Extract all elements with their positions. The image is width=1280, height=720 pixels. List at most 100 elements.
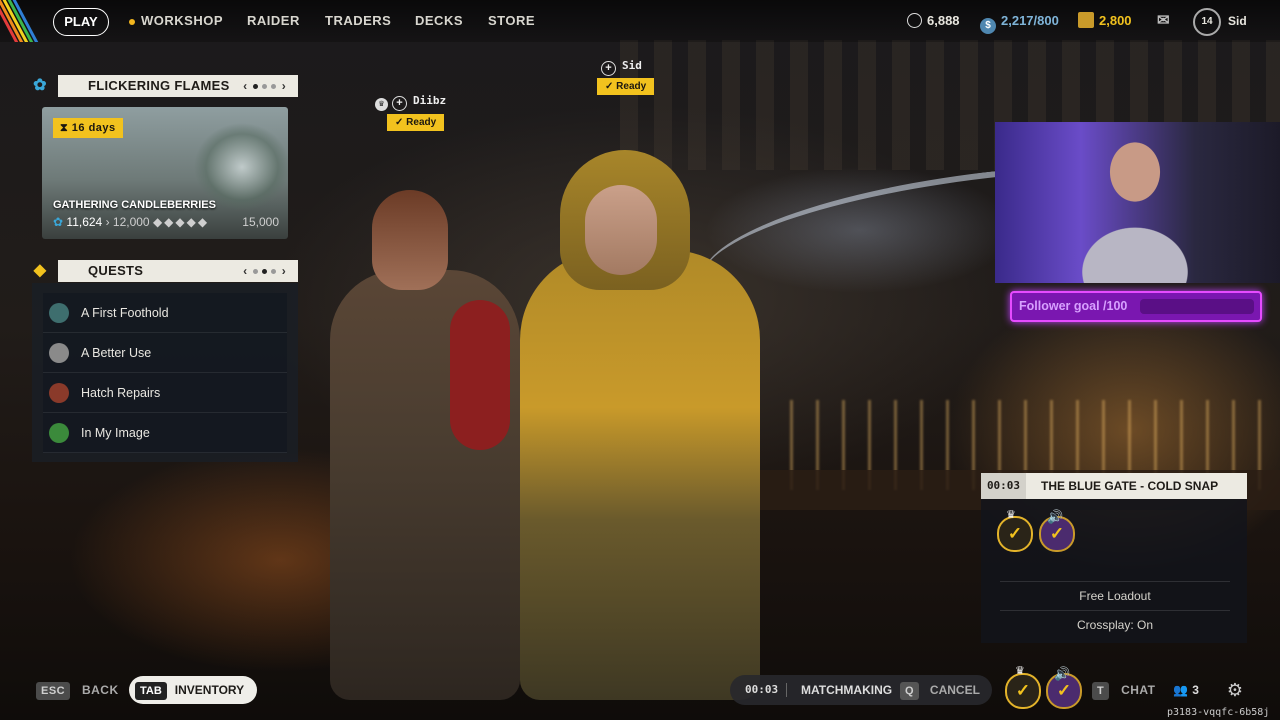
- quest-label: Hatch Repairs: [81, 385, 161, 400]
- progress-arrow-icon: ›: [105, 215, 113, 229]
- chat-label: CHAT: [1121, 683, 1156, 697]
- quest-item[interactable]: A Better Use: [43, 333, 287, 373]
- check-icon: ✓: [395, 117, 407, 128]
- check-icon: ✓: [605, 81, 617, 92]
- ready-badge: ✓ Ready: [387, 114, 445, 131]
- gear-event-icon: ✿: [33, 77, 47, 94]
- match-crossplay: Crossplay: On: [1000, 610, 1230, 640]
- player-ready-check-icon: ✓: [1005, 673, 1041, 709]
- coins-icon: [1078, 12, 1094, 28]
- player-ready-check-icon: ✓: [997, 516, 1033, 552]
- nav-workshop[interactable]: WORKSHOP: [129, 0, 223, 42]
- quest-item[interactable]: Hatch Repairs: [43, 373, 287, 413]
- matchmaking-timer: 00:03: [745, 683, 779, 696]
- follower-goal-text: Follower goal /100: [1019, 299, 1128, 313]
- coins-value: 2,800: [1099, 13, 1132, 28]
- player-level-badge[interactable]: 14: [1193, 8, 1221, 36]
- event-card[interactable]: ⧗ 16 days GATHERING CANDLEBERRIES ✿ 11,6…: [42, 107, 288, 239]
- nav-store[interactable]: STORE: [488, 0, 535, 42]
- quest-item[interactable]: A First Foothold: [43, 293, 287, 333]
- party-count: 3: [1192, 683, 1200, 697]
- follower-goal-widget: Follower goal /100: [1010, 291, 1262, 322]
- follower-goal-bar: [1140, 299, 1254, 314]
- speaker-icon: 🔊: [1047, 509, 1064, 524]
- match-loadout: Free Loadout: [1000, 581, 1230, 611]
- progress-diamonds: ◆◆◆◆◆: [152, 215, 210, 229]
- event-pager[interactable]: ‹ ›: [243, 75, 286, 97]
- quest-trader-icon: [49, 342, 69, 363]
- crown-icon: ♛: [375, 98, 388, 111]
- rainbow-logo-stripe: [0, 0, 44, 42]
- quest-label: A Better Use: [81, 345, 152, 360]
- quest-item[interactable]: In My Image: [43, 413, 287, 453]
- back-button[interactable]: ESC BACK: [36, 676, 119, 704]
- party-member-name: Sid: [622, 59, 642, 72]
- event-header-title: FLICKERING FLAMES: [88, 78, 230, 93]
- chevron-left-icon[interactable]: ‹: [243, 79, 247, 93]
- credits-currency: $2,217/800: [980, 0, 1059, 42]
- raider-right-face: [585, 185, 657, 275]
- add-friend-icon[interactable]: +: [601, 61, 616, 76]
- quest-label: A First Foothold: [81, 305, 169, 320]
- event-progress: ✿ 11,624 › 12,000 ◆◆◆◆◆ 15,000: [53, 215, 279, 229]
- matchmaking-bar: 00:03 MATCHMAKING Q CANCEL: [730, 675, 992, 705]
- quests-pager[interactable]: ‹ ›: [243, 260, 286, 282]
- cancel-matchmaking-button[interactable]: Q CANCEL: [900, 675, 980, 705]
- party-member-name: Diibz: [413, 94, 447, 107]
- top-navigation-bar: PLAY WORKSHOP RAIDER TRADERS DECKS STORE…: [0, 0, 1280, 42]
- quest-trader-icon: [49, 302, 69, 323]
- match-timer: 00:03: [981, 473, 1026, 499]
- event-max: 15,000: [242, 215, 279, 229]
- chevron-left-icon[interactable]: ‹: [243, 264, 247, 278]
- event-current: 11,624: [66, 215, 103, 229]
- chevron-right-icon[interactable]: ›: [282, 264, 286, 278]
- inventory-label: INVENTORY: [174, 683, 245, 697]
- silver-value: 6,888: [927, 13, 960, 28]
- mail-icon[interactable]: ✉: [1157, 0, 1170, 42]
- quest-trader-icon: [49, 422, 69, 443]
- add-friend-icon[interactable]: +: [392, 96, 407, 111]
- credits-value: 2,217/800: [1001, 13, 1059, 28]
- inventory-button[interactable]: TAB INVENTORY: [129, 676, 257, 704]
- raider-character-right: [520, 250, 760, 700]
- q-key: Q: [900, 682, 919, 700]
- crown-icon: ♛: [1006, 509, 1016, 521]
- event-days-badge: ⧗ 16 days: [53, 118, 123, 138]
- silver-coin-icon: [907, 13, 922, 28]
- session-id: p3183-vqqfc-6b58j: [1167, 707, 1270, 718]
- nav-workshop-label: WORKSHOP: [141, 13, 223, 28]
- silver-currency: 6,888: [907, 0, 960, 42]
- crown-icon: ♛: [1015, 665, 1025, 677]
- credits-icon: $: [980, 18, 996, 34]
- esc-key: ESC: [36, 682, 71, 700]
- people-icon: 👥: [1173, 683, 1189, 697]
- party-button[interactable]: 👥 3: [1173, 676, 1199, 704]
- nav-traders[interactable]: TRADERS: [325, 0, 391, 42]
- nav-decks[interactable]: DECKS: [415, 0, 463, 42]
- play-button[interactable]: PLAY: [53, 8, 109, 36]
- chat-button[interactable]: T CHAT: [1092, 676, 1156, 704]
- event-milestone: 12,000: [112, 215, 150, 229]
- chevron-right-icon[interactable]: ›: [282, 79, 286, 93]
- event-title: GATHERING CANDLEBERRIES: [53, 199, 216, 211]
- settings-gear-icon[interactable]: ⚙: [1223, 678, 1247, 702]
- hourglass-icon: ⧗: [60, 122, 72, 134]
- quests-header-title: QUESTS: [88, 263, 144, 278]
- party-member-diibz[interactable]: ♛ + Diibz: [375, 94, 446, 111]
- nav-raider[interactable]: RAIDER: [247, 0, 300, 42]
- streamer-webcam-overlay: [995, 122, 1280, 283]
- player-name[interactable]: Sid: [1228, 0, 1247, 42]
- notification-dot-icon: [129, 18, 135, 25]
- match-map-name: THE BLUE GATE - COLD SNAP: [1041, 479, 1219, 493]
- quests-header: ◆ QUESTS ‹ ›: [34, 260, 298, 282]
- cancel-label: CANCEL: [929, 683, 980, 697]
- ready-text: Ready: [406, 117, 437, 128]
- t-key: T: [1092, 682, 1110, 700]
- event-days-text: 16 days: [71, 122, 116, 134]
- divider: [786, 683, 787, 697]
- quest-diamond-icon: ◆: [33, 262, 47, 279]
- tab-key: TAB: [135, 682, 167, 700]
- raider-left-head: [372, 190, 448, 290]
- event-progress-icon: ✿: [53, 215, 64, 229]
- party-member-sid[interactable]: + Sid: [601, 59, 642, 76]
